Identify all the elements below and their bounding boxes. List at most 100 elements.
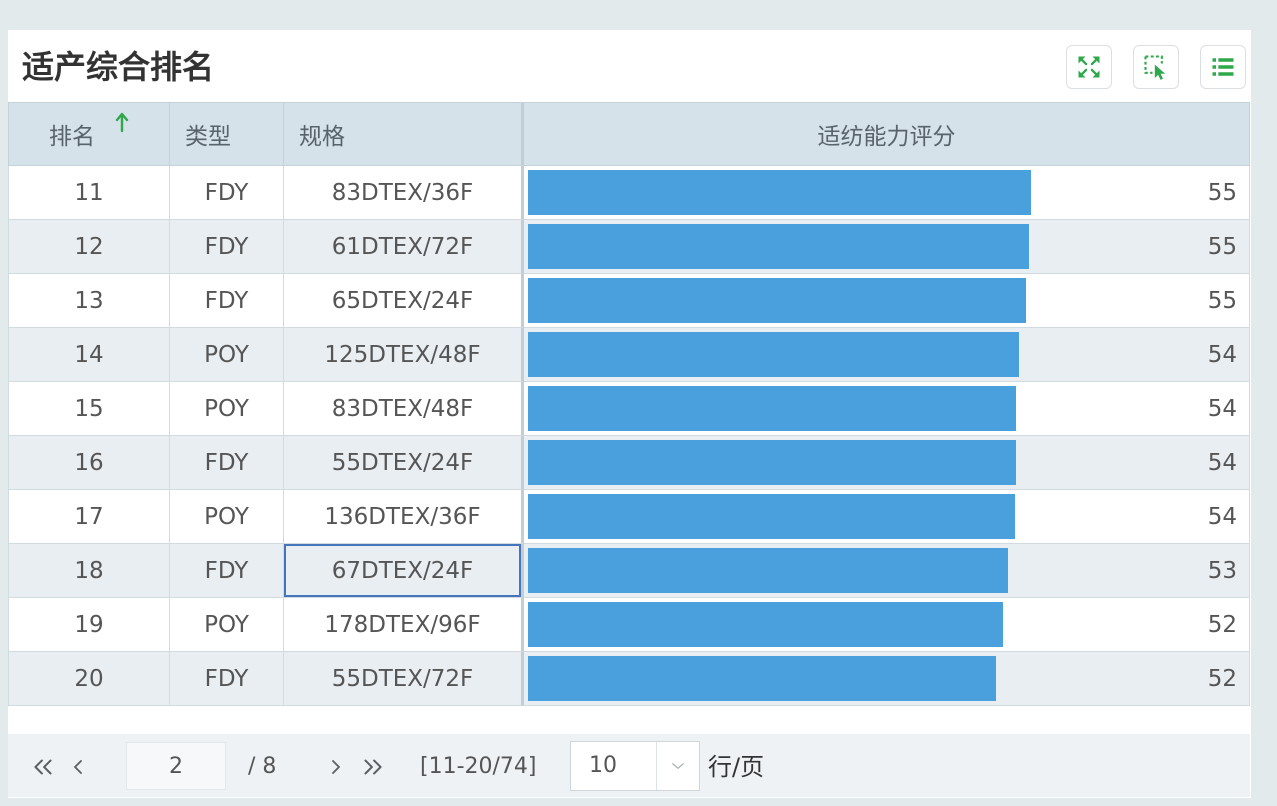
spec-cell[interactable]: 55DTEX/24F: [284, 436, 524, 490]
type-cell[interactable]: FDY: [170, 436, 284, 490]
list-view-button[interactable]: [1200, 45, 1246, 89]
score-value: 55: [1207, 233, 1237, 260]
rank-cell[interactable]: 14: [8, 328, 170, 382]
table-row[interactable]: 17 POY 136DTEX/36F 54: [8, 490, 1250, 544]
spec-cell[interactable]: 55DTEX/72F: [284, 652, 524, 706]
score-bar: [528, 656, 997, 701]
page-size-select[interactable]: 10: [570, 741, 700, 791]
first-page-button[interactable]: [28, 753, 58, 781]
column-header-label: 规格: [299, 124, 345, 150]
table-row[interactable]: 20 FDY 55DTEX/72F 52: [8, 652, 1250, 706]
spec-cell[interactable]: 178DTEX/96F: [284, 598, 524, 652]
next-page-button[interactable]: [324, 753, 348, 781]
double-chevron-right-icon: [360, 754, 386, 780]
table-row[interactable]: 15 POY 83DTEX/48F 54: [8, 382, 1250, 436]
score-value: 52: [1207, 611, 1237, 638]
table-row[interactable]: 16 FDY 55DTEX/24F 54: [8, 436, 1250, 490]
chevron-right-icon: [324, 755, 348, 779]
table-row[interactable]: 18 FDY 67DTEX/24F 53: [8, 544, 1250, 598]
score-value: 54: [1207, 503, 1237, 530]
spec-cell[interactable]: 65DTEX/24F: [284, 274, 524, 328]
page-number-input[interactable]: [126, 742, 226, 790]
type-cell[interactable]: FDY: [170, 166, 284, 220]
score-bar-track: [528, 548, 1247, 593]
score-cell[interactable]: 54: [524, 436, 1250, 490]
score-bar: [528, 386, 1017, 431]
score-bar-track: [528, 278, 1247, 323]
type-cell[interactable]: POY: [170, 598, 284, 652]
rank-cell[interactable]: 13: [8, 274, 170, 328]
page-size-unit-label: 行/页: [708, 753, 765, 781]
last-page-button[interactable]: [358, 753, 388, 781]
table-row[interactable]: 11 FDY 83DTEX/36F 55: [8, 166, 1250, 220]
spec-cell[interactable]: 83DTEX/48F: [284, 382, 524, 436]
column-header-rank[interactable]: 排名: [8, 103, 170, 165]
column-header-spec[interactable]: 规格: [284, 103, 524, 165]
spec-cell[interactable]: 67DTEX/24F: [284, 544, 524, 598]
rank-cell[interactable]: 16: [8, 436, 170, 490]
rank-cell[interactable]: 17: [8, 490, 170, 544]
score-bar: [528, 440, 1017, 485]
table-body: 11 FDY 83DTEX/36F 55 12 FDY 61DTEX/72F 55 13 FDY 6…: [8, 166, 1250, 706]
select-mode-button[interactable]: [1133, 45, 1179, 89]
score-bar-track: [528, 224, 1247, 269]
type-cell[interactable]: FDY: [170, 274, 284, 328]
score-bar-track: [528, 332, 1247, 377]
score-cell[interactable]: 54: [524, 382, 1250, 436]
spec-cell[interactable]: 136DTEX/36F: [284, 490, 524, 544]
spec-cell[interactable]: 83DTEX/36F: [284, 166, 524, 220]
rank-cell[interactable]: 20: [8, 652, 170, 706]
type-cell[interactable]: POY: [170, 328, 284, 382]
fullscreen-icon: [1075, 53, 1103, 81]
column-header-label: 排名: [49, 124, 95, 150]
rank-cell[interactable]: 19: [8, 598, 170, 652]
table-row[interactable]: 13 FDY 65DTEX/24F 55: [8, 274, 1250, 328]
score-cell[interactable]: 54: [524, 490, 1250, 544]
score-cell[interactable]: 55: [524, 274, 1250, 328]
score-cell[interactable]: 55: [524, 166, 1250, 220]
rank-cell[interactable]: 11: [8, 166, 170, 220]
score-value: 52: [1207, 665, 1237, 692]
type-cell[interactable]: POY: [170, 490, 284, 544]
score-bar: [528, 224, 1030, 269]
select-cursor-icon: [1142, 53, 1170, 81]
table-row[interactable]: 14 POY 125DTEX/48F 54: [8, 328, 1250, 382]
spec-cell[interactable]: 125DTEX/48F: [284, 328, 524, 382]
type-cell[interactable]: FDY: [170, 652, 284, 706]
rank-cell[interactable]: 15: [8, 382, 170, 436]
score-bar-track: [528, 170, 1247, 215]
score-bar: [528, 494, 1016, 539]
total-pages-label: / 8: [248, 754, 277, 779]
column-header-type[interactable]: 类型: [170, 103, 284, 165]
score-bar: [528, 332, 1020, 377]
chevron-down-icon: [669, 757, 687, 775]
table-row[interactable]: 19 POY 178DTEX/96F 52: [8, 598, 1250, 652]
table-header: 排名 类型 规格 适纺能力评分: [8, 102, 1250, 166]
score-value: 54: [1207, 449, 1237, 476]
score-cell[interactable]: 52: [524, 652, 1250, 706]
score-cell[interactable]: 53: [524, 544, 1250, 598]
score-cell[interactable]: 55: [524, 220, 1250, 274]
score-bar: [528, 602, 1003, 647]
type-cell[interactable]: FDY: [170, 220, 284, 274]
type-cell[interactable]: POY: [170, 382, 284, 436]
column-header-score[interactable]: 适纺能力评分: [524, 103, 1250, 165]
rank-cell[interactable]: 18: [8, 544, 170, 598]
table-row[interactable]: 12 FDY 61DTEX/72F 55: [8, 220, 1250, 274]
score-bar-track: [528, 602, 1247, 647]
score-cell[interactable]: 52: [524, 598, 1250, 652]
score-bar-track: [528, 386, 1247, 431]
score-bar-track: [528, 440, 1247, 485]
score-bar: [528, 278, 1026, 323]
score-value: 54: [1207, 395, 1237, 422]
prev-page-button[interactable]: [66, 753, 90, 781]
type-cell[interactable]: FDY: [170, 544, 284, 598]
column-header-label: 适纺能力评分: [817, 124, 956, 150]
rank-cell[interactable]: 12: [8, 220, 170, 274]
chevron-left-icon: [66, 755, 90, 779]
score-bar: [528, 548, 1009, 593]
fullscreen-button[interactable]: [1066, 45, 1112, 89]
spec-cell[interactable]: 61DTEX/72F: [284, 220, 524, 274]
page-size-dropdown-toggle[interactable]: [656, 742, 699, 790]
score-cell[interactable]: 54: [524, 328, 1250, 382]
